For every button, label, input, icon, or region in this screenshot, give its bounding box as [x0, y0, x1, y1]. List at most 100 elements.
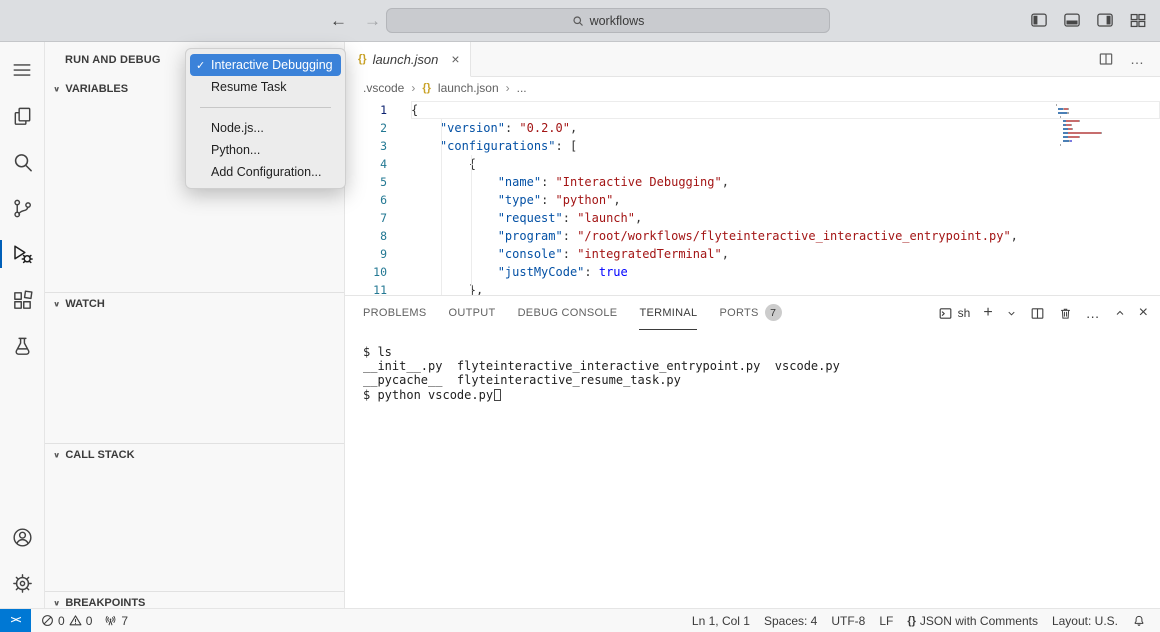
chevron-down-icon: ∨: [53, 84, 60, 93]
keyboard-layout-label: Layout: U.S.: [1052, 614, 1118, 628]
maximize-panel-icon[interactable]: [1114, 307, 1126, 319]
panel-tabs: PROBLEMS OUTPUT DEBUG CONSOLE TERMINAL P…: [363, 296, 782, 330]
section-label: CALL STACK: [65, 449, 134, 461]
menu-item[interactable]: Node.js...: [190, 117, 341, 139]
menu-item-label: Python...: [211, 143, 260, 157]
code-line[interactable]: 9 "console": "integratedTerminal",: [345, 245, 1160, 263]
menu-item[interactable]: Add Configuration...: [190, 161, 341, 183]
tab-label: launch.json: [373, 52, 439, 67]
eol-status[interactable]: LF: [873, 609, 899, 632]
address-bar[interactable]: workflows: [386, 8, 830, 33]
code-line[interactable]: 6 "type": "python",: [345, 191, 1160, 209]
workbench: RUN AND DEBUG ▶ ∨ VARIABLES ∨ WATCH ∨ CA…: [0, 42, 1160, 608]
terminal-line: __init__.py flyteinteractive_interactive…: [363, 359, 1160, 373]
terminal-content[interactable]: $ ls__init__.py flyteinteractive_interac…: [345, 330, 1160, 608]
section-header-call-stack[interactable]: ∨ CALL STACK: [45, 444, 344, 466]
code-editor[interactable]: 1{2 "version": "0.2.0",3 "configurations…: [345, 99, 1160, 295]
section-header-breakpoints[interactable]: ∨ BREAKPOINTS: [45, 592, 344, 614]
split-terminal-icon[interactable]: [1030, 306, 1045, 321]
toggle-panel-icon[interactable]: [1062, 11, 1082, 30]
section-label: WATCH: [65, 298, 105, 310]
breadcrumb-symbol[interactable]: ...: [517, 81, 527, 95]
kill-terminal-icon[interactable]: [1058, 306, 1073, 321]
run-and-debug-icon[interactable]: [0, 231, 44, 277]
indentation-status[interactable]: Spaces: 4: [758, 609, 823, 632]
cursor-position[interactable]: Ln 1, Col 1: [686, 609, 756, 632]
testing-icon[interactable]: [0, 323, 44, 369]
code-line[interactable]: 4 {: [345, 155, 1160, 173]
code-text: {: [411, 155, 1160, 173]
activity-bar-bottom: [0, 514, 44, 608]
code-line[interactable]: 11 },: [345, 281, 1160, 295]
error-count: 0: [58, 614, 65, 628]
split-editor-icon[interactable]: [1098, 51, 1114, 67]
language-label: JSON with Comments: [920, 614, 1038, 628]
close-panel-icon[interactable]: ×: [1139, 305, 1148, 321]
breadcrumb-file[interactable]: launch.json: [438, 81, 499, 95]
extensions-icon[interactable]: [0, 277, 44, 323]
tab-debug-console[interactable]: DEBUG CONSOLE: [518, 296, 618, 330]
panel-tab-label: PORTS: [719, 307, 758, 319]
more-actions-icon[interactable]: …: [1130, 51, 1145, 67]
ports-badge: 7: [765, 304, 782, 321]
code-line[interactable]: 1{: [345, 101, 1160, 119]
section-call-stack: ∨ CALL STACK: [45, 443, 344, 591]
panel-more-actions-icon[interactable]: …: [1086, 305, 1101, 321]
forward-icon[interactable]: →: [364, 12, 381, 29]
launch-shell-button[interactable]: sh: [938, 306, 971, 321]
search-view-icon[interactable]: [0, 139, 44, 185]
language-mode-status[interactable]: {} JSON with Comments: [901, 609, 1044, 632]
tab-terminal[interactable]: TERMINAL: [639, 296, 697, 330]
section-label: VARIABLES: [65, 83, 128, 95]
code-line[interactable]: 10 "justMyCode": true: [345, 263, 1160, 281]
breadcrumb-vscode[interactable]: .vscode: [363, 81, 404, 95]
toggle-sidebar-icon[interactable]: [1029, 11, 1049, 30]
tab-ports[interactable]: PORTS 7: [719, 296, 781, 330]
screen: ← → workflows: [0, 0, 1160, 632]
tab-problems[interactable]: PROBLEMS: [363, 296, 427, 330]
menu-icon[interactable]: [0, 47, 44, 93]
section-label: BREAKPOINTS: [65, 597, 145, 609]
notifications-bell[interactable]: [1126, 609, 1152, 632]
line-number: 3: [345, 137, 387, 155]
code-line[interactable]: 8 "program": "/root/workflows/flyteinter…: [345, 227, 1160, 245]
indent-guide: [441, 119, 442, 295]
section-header-watch[interactable]: ∨ WATCH: [45, 293, 344, 315]
browser-nav: ← →: [330, 12, 381, 29]
customize-layout-icon[interactable]: [1128, 11, 1148, 30]
window-layout-controls: [1029, 11, 1148, 30]
menu-item[interactable]: Python...: [190, 139, 341, 161]
tab-launch-json[interactable]: {} launch.json ×: [345, 42, 471, 77]
toggle-secondary-sidebar-icon[interactable]: [1095, 11, 1115, 30]
remote-indicator[interactable]: ><: [0, 609, 31, 632]
code-line[interactable]: 5 "name": "Interactive Debugging",: [345, 173, 1160, 191]
menu-item[interactable]: ✓Interactive Debugging: [190, 54, 341, 76]
eol-label: LF: [879, 614, 893, 628]
line-number: 7: [345, 209, 387, 227]
account-icon[interactable]: [0, 514, 44, 560]
tab-output[interactable]: OUTPUT: [449, 296, 496, 330]
code-line[interactable]: 3 "configurations": [: [345, 137, 1160, 155]
code-line[interactable]: 7 "request": "launch",: [345, 209, 1160, 227]
minimap[interactable]: [1056, 104, 1146, 148]
terminal-dropdown-icon[interactable]: [1006, 308, 1017, 319]
settings-gear-icon[interactable]: [0, 560, 44, 606]
search-icon: [572, 15, 584, 27]
new-terminal-icon[interactable]: +: [983, 305, 992, 321]
cursor-position-label: Ln 1, Col 1: [692, 614, 750, 628]
line-number: 2: [345, 119, 387, 137]
chevron-down-icon: ∨: [53, 598, 60, 607]
encoding-status[interactable]: UTF-8: [825, 609, 871, 632]
keyboard-layout-status[interactable]: Layout: U.S.: [1046, 609, 1124, 632]
source-control-icon[interactable]: [0, 185, 44, 231]
editor-area: {} launch.json × … .vscode › {} launch.j…: [345, 42, 1160, 608]
back-icon[interactable]: ←: [330, 12, 347, 29]
code-lines: 1{2 "version": "0.2.0",3 "configurations…: [345, 101, 1160, 295]
terminal-icon: [938, 306, 953, 321]
explorer-icon[interactable]: [0, 93, 44, 139]
close-tab-icon[interactable]: ×: [451, 52, 459, 66]
menu-item[interactable]: Resume Task: [190, 76, 341, 98]
code-text: "justMyCode": true: [411, 263, 1160, 281]
code-line[interactable]: 2 "version": "0.2.0",: [345, 119, 1160, 137]
editor-tab-bar: {} launch.json × …: [345, 42, 1160, 77]
